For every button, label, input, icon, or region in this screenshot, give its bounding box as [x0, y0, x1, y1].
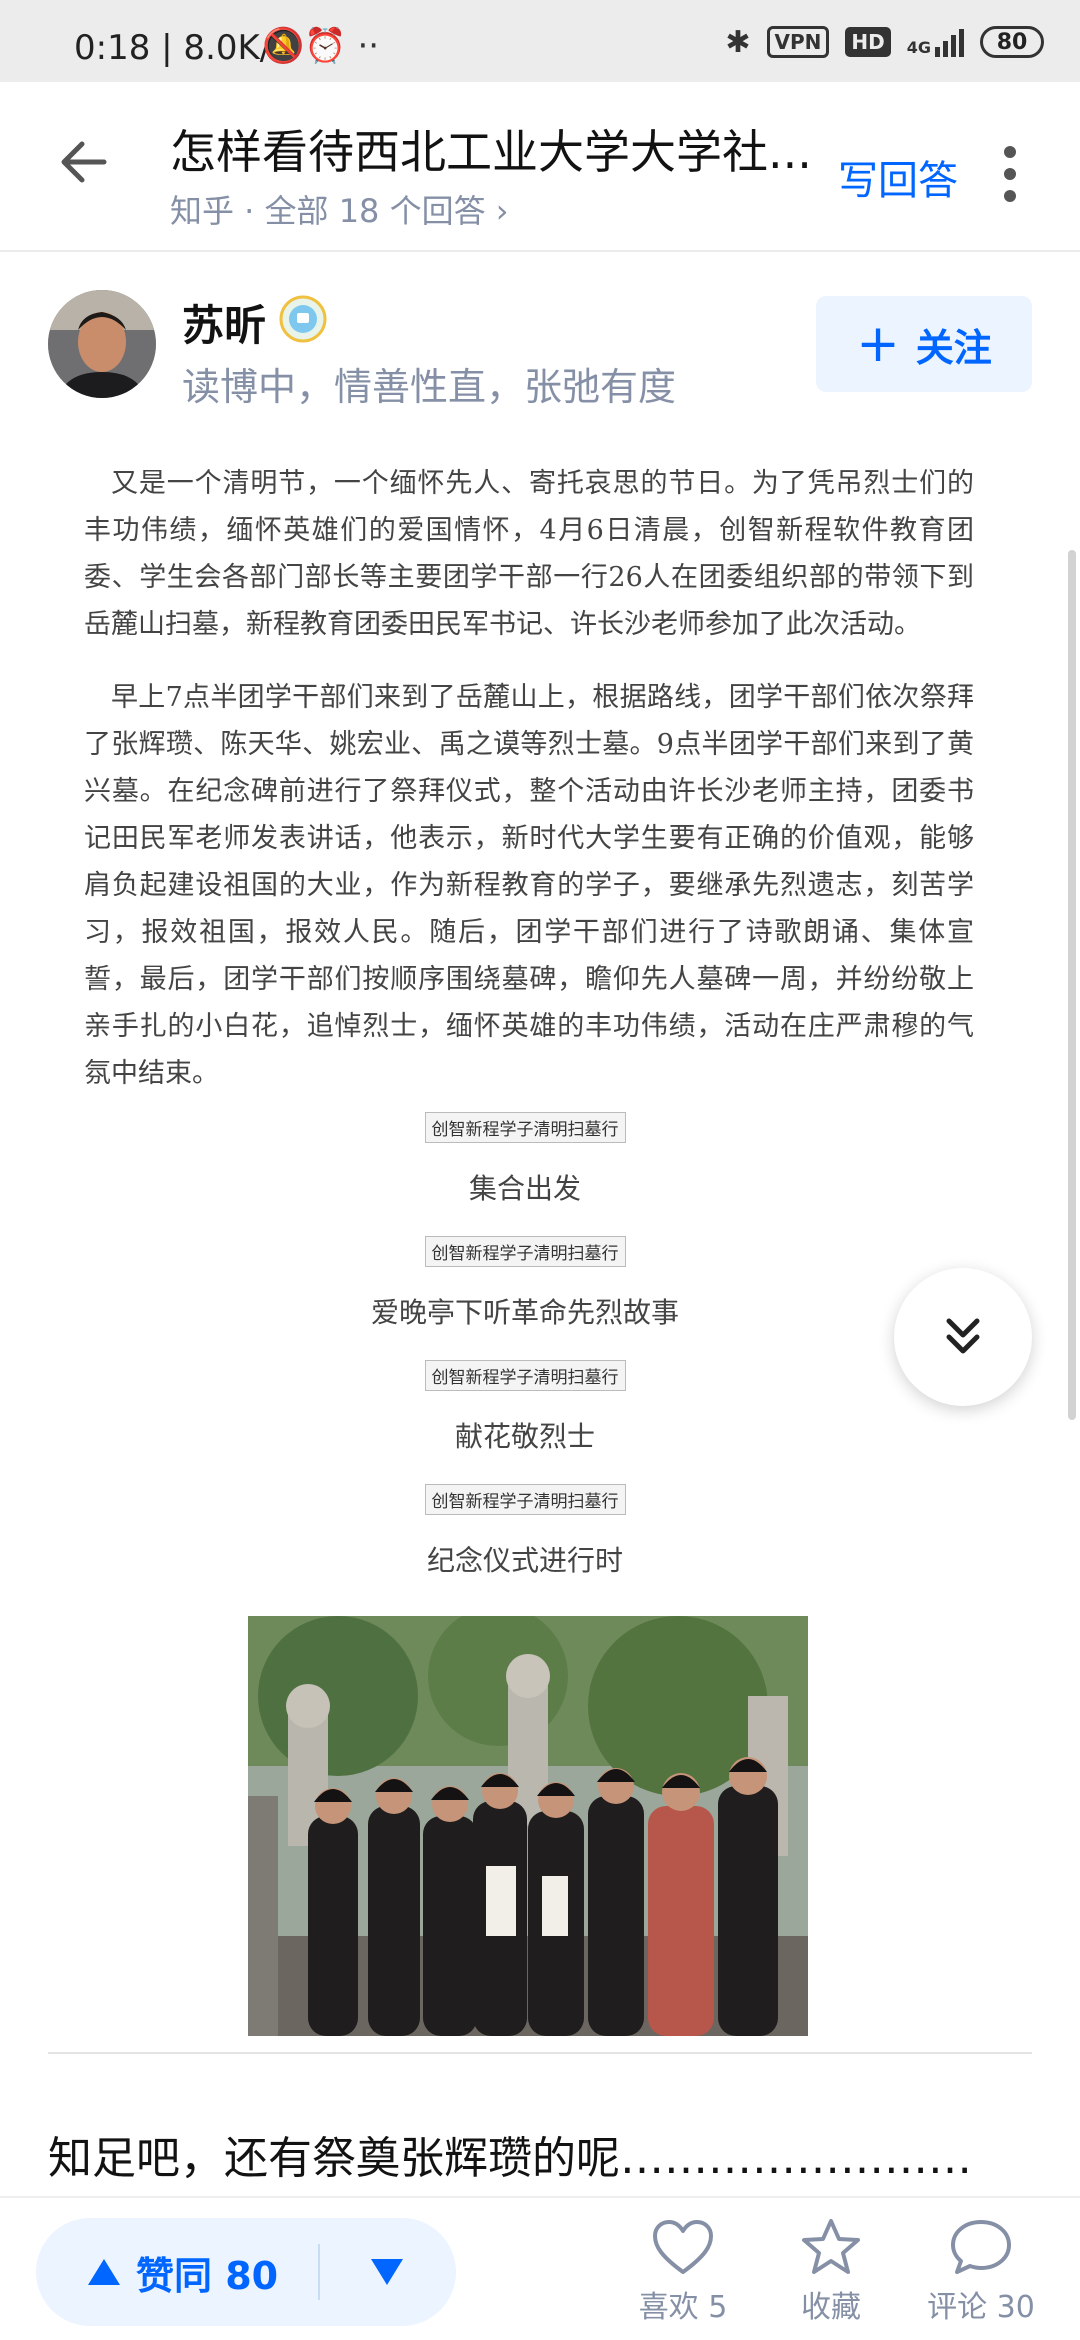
- status-right-icons: ✱ VPN HD 4G 80: [725, 22, 1044, 62]
- vpn-icon: VPN: [766, 26, 830, 58]
- status-bar: 0:18 | 8.0K/s 🔕⏰ ·· ✱ VPN HD 4G 80: [0, 0, 1080, 82]
- triangle-up-icon: [88, 2259, 120, 2285]
- triangle-down-icon: [371, 2259, 403, 2285]
- caption-text: 集合出发: [468, 1172, 581, 1205]
- upvote-label: 赞同 80: [136, 2253, 279, 2298]
- author-avatar[interactable]: [48, 290, 156, 398]
- downvote-button[interactable]: [320, 2257, 454, 2287]
- scroll-next-button[interactable]: [894, 1268, 1032, 1406]
- answer-divider: [48, 2052, 1032, 2054]
- follow-label: 关注: [915, 325, 992, 370]
- heart-icon: [653, 2220, 713, 2274]
- alarm-icon: ⏰: [304, 26, 347, 66]
- plus-icon: +: [856, 314, 900, 374]
- bell-off-icon: 🔕: [262, 26, 305, 66]
- status-time: 0:18 | 8.0K/s: [74, 28, 289, 68]
- star-icon: [802, 2219, 860, 2274]
- double-chevron-down-icon: [946, 1318, 980, 1354]
- bluetooth-icon: ✱: [725, 24, 751, 60]
- collect-button[interactable]: 收藏: [766, 2218, 896, 2326]
- embedded-image-label: 创智新程学子清明扫墓行: [424, 1236, 626, 1267]
- like-button[interactable]: 喜欢 5: [618, 2218, 748, 2326]
- question-subtitle[interactable]: 知乎 · 全部 18 个回答 ›: [170, 186, 509, 232]
- follow-button[interactable]: + 关注: [816, 296, 1032, 392]
- caption-text: 纪念仪式进行时: [426, 1544, 623, 1577]
- comment-label: 评论 30: [927, 2290, 1035, 2325]
- vote-pill: 赞同 80: [36, 2218, 456, 2326]
- write-answer-button[interactable]: 写回答: [838, 148, 958, 206]
- embedded-image-label: 创智新程学子清明扫墓行: [424, 1484, 626, 1515]
- more-dots-icon: ··: [357, 26, 380, 66]
- signal-4g-icon: 4G: [907, 27, 964, 57]
- back-arrow-icon[interactable]: [52, 130, 116, 194]
- comment-bubble-icon: [951, 2220, 1011, 2274]
- answer-content: 又是一个清明节，一个缅怀先人、寄托哀思的节日。为了凭吊烈士们的丰功伟绩，缅怀英雄…: [84, 460, 974, 1123]
- hd-icon: HD: [845, 27, 891, 57]
- question-title[interactable]: 怎样看待西北工业大学大学社...: [170, 116, 830, 182]
- collect-label: 收藏: [801, 2290, 861, 2325]
- group-photo[interactable]: [248, 1616, 808, 2036]
- caption-block-4: 创智新程学子清明扫墓行 纪念仪式进行时: [0, 1484, 1050, 1579]
- next-answer-preview[interactable]: 知足吧，还有祭奠张辉瓒的呢……………………: [48, 2122, 972, 2186]
- caption-text: 献花敬烈士: [454, 1420, 595, 1453]
- caption-block-1: 创智新程学子清明扫墓行 集合出发: [0, 1112, 1050, 1207]
- scrollbar[interactable]: [1068, 550, 1076, 1420]
- verified-badge-icon: [279, 295, 327, 343]
- embedded-image-label: 创智新程学子清明扫墓行: [424, 1360, 626, 1391]
- embedded-image-label: 创智新程学子清明扫墓行: [424, 1112, 626, 1143]
- caption-text: 爱晚亭下听革命先烈故事: [370, 1296, 679, 1329]
- like-label: 喜欢 5: [638, 2290, 728, 2325]
- caption-block-2: 创智新程学子清明扫墓行 爱晚亭下听革命先烈故事: [0, 1236, 1050, 1331]
- bottom-action-bar: 赞同 80 喜欢 5 收藏 评论 30: [0, 2196, 1080, 2340]
- upvote-button[interactable]: 赞同 80: [36, 2245, 318, 2300]
- caption-block-3: 创智新程学子清明扫墓行 献花敬烈士: [0, 1360, 1050, 1455]
- question-header: 怎样看待西北工业大学大学社... 知乎 · 全部 18 个回答 › 写回答: [0, 82, 1080, 252]
- comment-button[interactable]: 评论 30: [916, 2218, 1046, 2326]
- author-name[interactable]: 苏昕: [182, 292, 266, 353]
- answer-paragraph-2: 早上7点半团学干部们来到了岳麓山上，根据路线，团学干部们依次祭拜了张辉瓒、陈天华…: [84, 682, 974, 1089]
- status-left-icons: 🔕⏰ ··: [262, 26, 379, 66]
- more-vertical-icon[interactable]: [1000, 144, 1020, 204]
- author-bio: 读博中，情善性直，张弛有度: [182, 365, 677, 409]
- answer-paragraph-1: 又是一个清明节，一个缅怀先人、寄托哀思的节日。为了凭吊烈士们的丰功伟绩，缅怀英雄…: [84, 468, 974, 640]
- battery-icon: 80: [980, 26, 1044, 58]
